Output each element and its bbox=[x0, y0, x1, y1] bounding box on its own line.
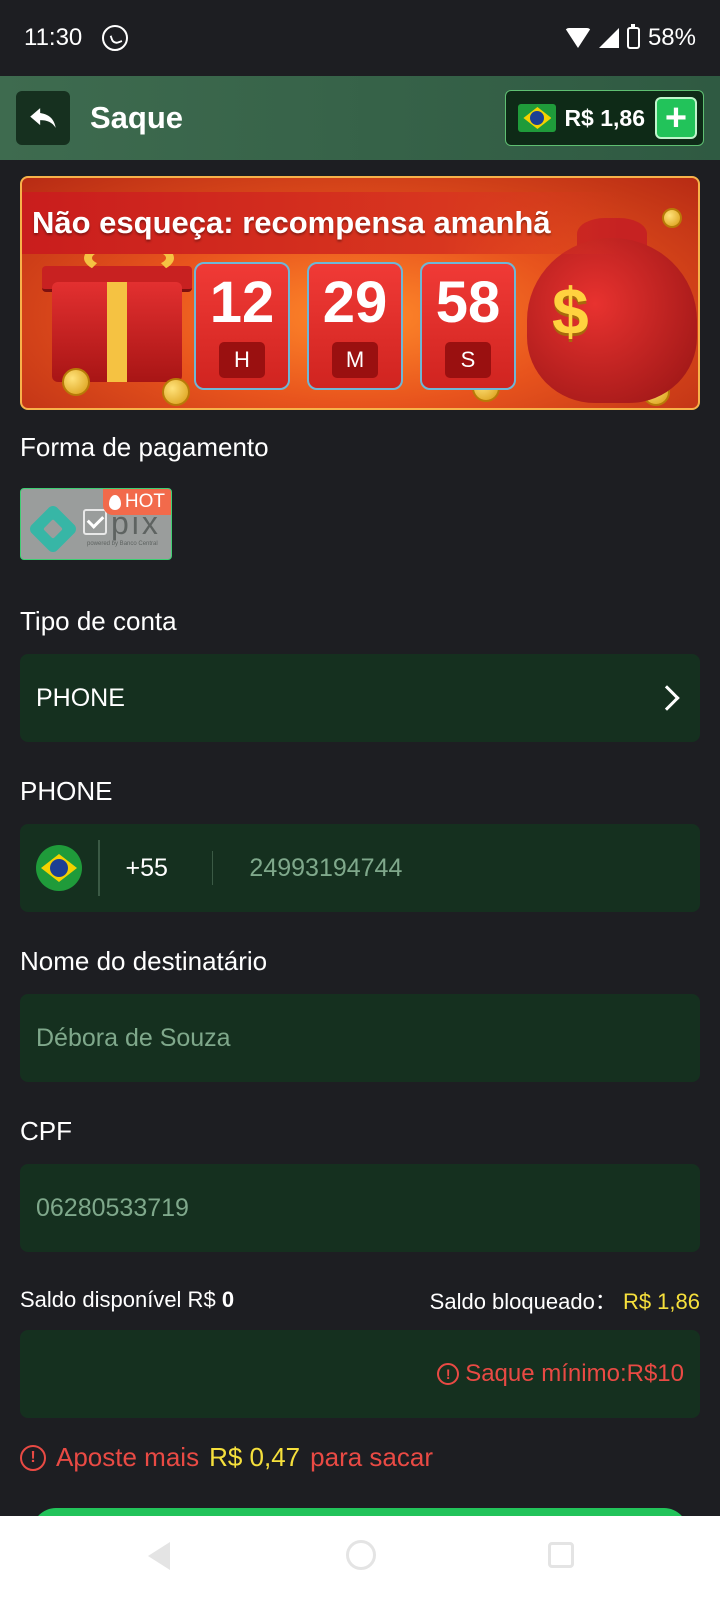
divider bbox=[211, 851, 214, 885]
phone-field: +55 24993194744 bbox=[20, 824, 700, 912]
gift-box-image bbox=[52, 282, 182, 382]
coin-icon bbox=[62, 368, 90, 396]
whatsapp-icon bbox=[102, 25, 129, 51]
balance-widget[interactable]: R$ 1,86 + bbox=[505, 90, 704, 146]
timer-hours-value: 12 bbox=[209, 270, 275, 335]
warning-icon: ! bbox=[20, 1444, 46, 1471]
account-type-value: PHONE bbox=[36, 683, 125, 712]
timer-seconds-value: 58 bbox=[435, 270, 501, 335]
blocked-balance-label: Saldo bloqueado： bbox=[429, 1289, 617, 1314]
divider bbox=[98, 840, 100, 896]
wifi-icon bbox=[564, 28, 591, 48]
status-icons: 58% bbox=[564, 24, 696, 52]
timer-hours: 12 H bbox=[194, 262, 290, 390]
cpf-label: CPF bbox=[20, 1116, 72, 1146]
nav-back-icon[interactable] bbox=[148, 1542, 170, 1570]
bet-warning-amount: R$ 0,47 bbox=[209, 1442, 301, 1472]
timer-minutes-value: 29 bbox=[322, 270, 388, 335]
reward-banner[interactable]: $ Não esqueça: recompensa amanhã 12 H 29… bbox=[20, 176, 700, 410]
recipient-name-input[interactable]: Débora de Souza bbox=[20, 994, 700, 1082]
recipient-name-value: Débora de Souza bbox=[36, 1023, 231, 1052]
nav-home-icon[interactable] bbox=[346, 1540, 376, 1570]
balance-summary: Saldo disponível R$ 0 Saldo bloqueado： R… bbox=[20, 1284, 700, 1316]
phone-label: PHONE bbox=[20, 776, 113, 806]
balance-amount: R$ 1,86 bbox=[564, 104, 645, 131]
bet-warning-suffix: para sacar bbox=[310, 1442, 433, 1472]
pix-logo-icon bbox=[27, 503, 79, 555]
banner-title-bar: Não esqueça: recompensa amanhã bbox=[22, 192, 622, 254]
timer-minutes: 29 M bbox=[307, 262, 403, 390]
bet-warning-prefix: Aposte mais bbox=[56, 1442, 200, 1472]
available-balance: Saldo disponível R$ 0 bbox=[20, 1287, 234, 1313]
timer-hours-unit: H bbox=[219, 342, 265, 378]
bet-more-warning: ! Aposte mais R$ 0,47 para sacar bbox=[20, 1442, 433, 1473]
flame-icon bbox=[108, 494, 121, 510]
payment-method-label: Forma de pagamento bbox=[20, 432, 269, 462]
brazil-flag-icon bbox=[518, 104, 557, 132]
hot-badge-label: HOT bbox=[124, 491, 165, 512]
account-type-select[interactable]: PHONE bbox=[20, 654, 700, 742]
brazil-flag-icon[interactable] bbox=[36, 845, 82, 891]
minimum-withdraw-hint: ! Saque mínimo:R$10 bbox=[437, 1360, 684, 1388]
withdraw-amount-input[interactable]: ! Saque mínimo:R$10 bbox=[20, 1330, 700, 1418]
hot-badge: HOT bbox=[102, 489, 171, 515]
selected-check-icon bbox=[83, 509, 107, 535]
country-code[interactable]: +55 bbox=[126, 854, 168, 883]
battery-icon bbox=[626, 24, 640, 49]
pix-payment-option[interactable]: pix powered by Banco Central HOT bbox=[20, 488, 172, 560]
available-balance-value: 0 bbox=[221, 1287, 235, 1312]
back-button[interactable] bbox=[16, 91, 70, 145]
banner-title: Não esqueça: recompensa amanhã bbox=[32, 205, 551, 240]
cpf-input[interactable]: 06280533719 bbox=[20, 1164, 700, 1252]
nav-recents-icon[interactable] bbox=[548, 1542, 574, 1568]
account-type-label: Tipo de conta bbox=[20, 606, 177, 636]
warning-icon: ! bbox=[437, 1363, 460, 1385]
app-header: Saque R$ 1,86 + bbox=[0, 76, 720, 160]
available-balance-label: Saldo disponível R$ bbox=[20, 1287, 216, 1312]
timer-seconds-unit: S bbox=[445, 342, 491, 378]
signal-icon bbox=[598, 28, 619, 48]
timer-seconds: 58 S bbox=[420, 262, 516, 390]
page-title: Saque bbox=[90, 100, 184, 135]
battery-percent: 58% bbox=[647, 24, 696, 51]
recipient-name-label: Nome do destinatário bbox=[20, 946, 268, 976]
phone-number-input[interactable]: 24993194744 bbox=[249, 854, 402, 883]
timer-minutes-unit: M bbox=[332, 342, 378, 378]
dollar-sign-icon: $ bbox=[552, 274, 589, 348]
coin-icon bbox=[162, 378, 190, 406]
status-bar: 11:30 58% bbox=[0, 0, 720, 76]
system-nav-bar bbox=[0, 1516, 720, 1600]
deposit-plus-button[interactable]: + bbox=[655, 97, 697, 139]
minimum-withdraw-text: Saque mínimo:R$10 bbox=[465, 1360, 684, 1387]
pix-subtext: powered by Banco Central bbox=[87, 541, 158, 547]
back-arrow-icon bbox=[30, 108, 56, 128]
status-time: 11:30 bbox=[24, 24, 83, 51]
blocked-balance: Saldo bloqueado： R$ 1,86 bbox=[430, 1284, 700, 1316]
coin-icon bbox=[662, 208, 682, 228]
chevron-right-icon bbox=[654, 685, 680, 711]
cpf-value: 06280533719 bbox=[36, 1193, 189, 1222]
blocked-balance-value: R$ 1,86 bbox=[622, 1289, 700, 1314]
